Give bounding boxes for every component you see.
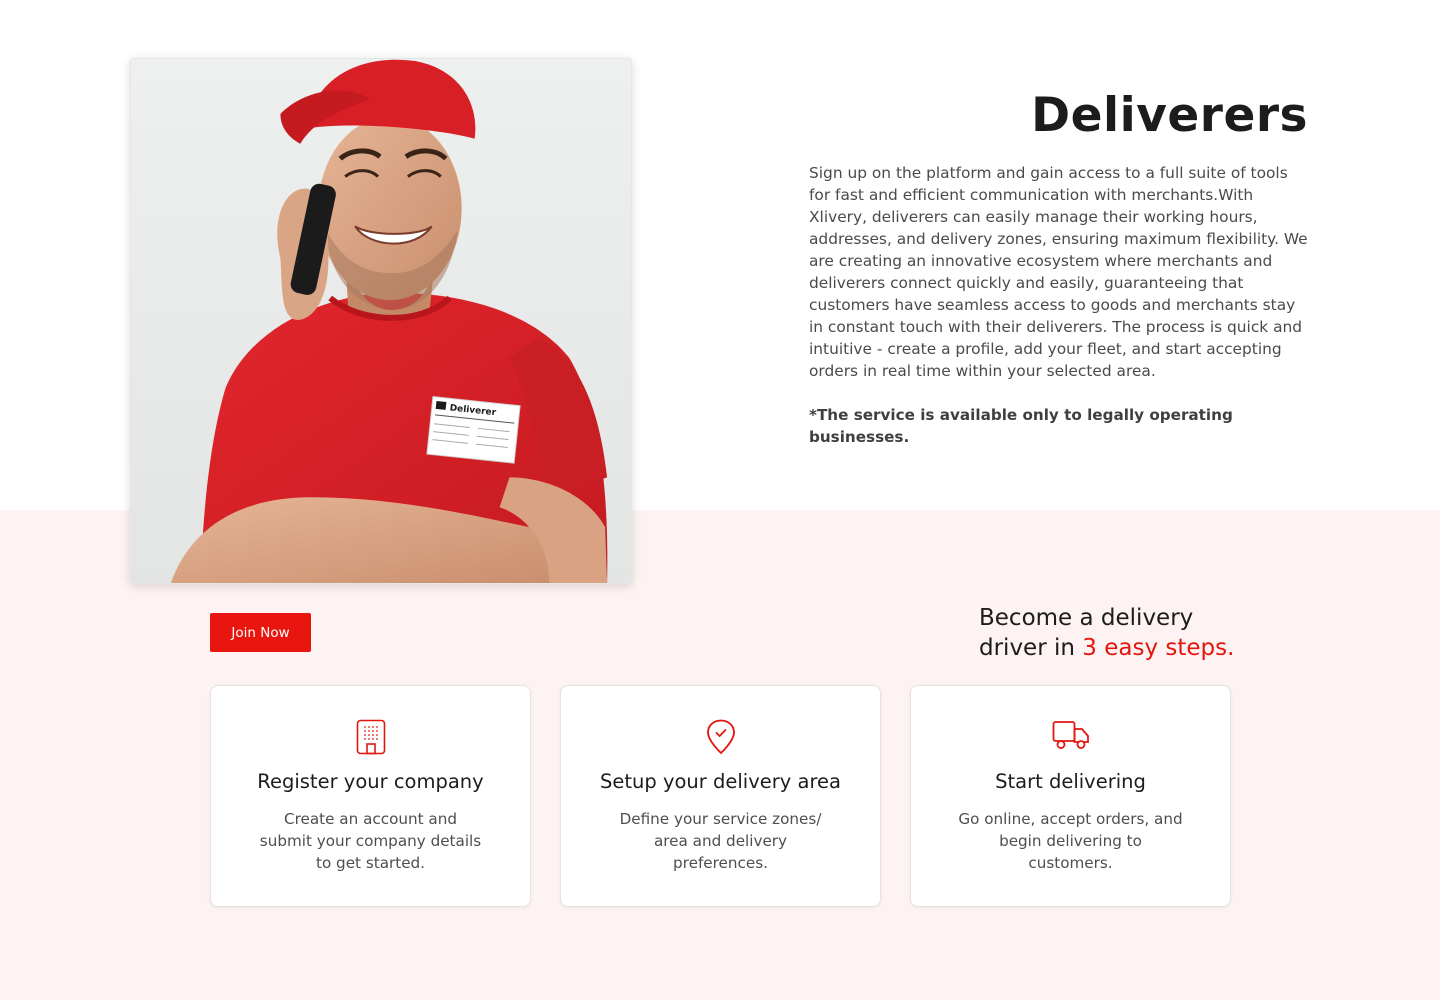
steps-heading-accent: 3 easy steps. [1082, 635, 1235, 661]
truck-icon [911, 719, 1230, 759]
steps-heading: Become a delivery driver in 3 easy steps… [979, 603, 1259, 663]
map-pin-check-icon [561, 719, 880, 759]
steps-heading-prefix: driver in [979, 635, 1083, 661]
step-text: Go online, accept orders, and begin deli… [958, 810, 1183, 872]
step-card-register: Register your company Create an account … [210, 685, 531, 907]
legal-notice: *The service is available only to legall… [809, 406, 1233, 446]
step-text: Create an account and submit your compan… [259, 810, 482, 872]
step-title: Register your company [257, 770, 484, 793]
page-title: Deliverers [1031, 88, 1308, 143]
deliverers-description: Sign up on the platform and gain access … [809, 164, 1308, 380]
steps-heading-line1: Become a delivery [979, 605, 1194, 631]
building-icon [211, 719, 530, 759]
step-card-delivery-area: Setup your delivery area Define your ser… [560, 685, 881, 907]
step-card-start-delivering: Start delivering Go online, accept order… [910, 685, 1231, 907]
courier-photo: Deliverer [130, 58, 632, 584]
join-now-button[interactable]: Join Now [210, 613, 311, 652]
step-text: Define your service zones/ area and deli… [619, 810, 822, 872]
step-title: Start delivering [995, 770, 1146, 793]
step-title: Setup your delivery area [600, 770, 841, 793]
